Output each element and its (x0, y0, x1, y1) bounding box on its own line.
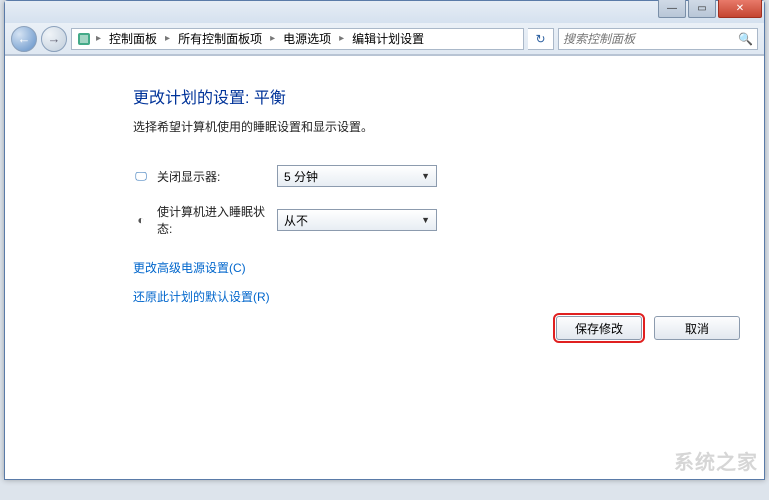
chevron-right-icon: ▸ (94, 33, 103, 44)
breadcrumb[interactable]: ▸ 控制面板 ▸ 所有控制面板项 ▸ 电源选项 ▸ 编辑计划设置 (71, 28, 524, 50)
setting-row-display: 🖵 关闭显示器: 5 分钟 ▼ (133, 165, 764, 187)
chevron-down-icon: ▼ (421, 171, 430, 181)
monitor-icon: 🖵 (133, 168, 149, 184)
links-section: 更改高级电源设置(C) 还原此计划的默认设置(R) (133, 259, 764, 305)
dropdown-value: 从不 (284, 212, 308, 229)
footer-buttons: 保存修改 取消 (556, 316, 740, 340)
page-title: 更改计划的设置: 平衡 (133, 84, 764, 108)
page-description: 选择希望计算机使用的睡眠设置和显示设置。 (133, 118, 764, 135)
display-timeout-dropdown[interactable]: 5 分钟 ▼ (277, 165, 437, 187)
setting-row-sleep: ◐ 使计算机进入睡眠状态: 从不 ▼ (133, 203, 764, 237)
setting-label: 使计算机进入睡眠状态: (157, 203, 277, 237)
control-panel-icon (76, 31, 92, 47)
search-icon: 🔍 (738, 32, 753, 46)
sleep-timeout-dropdown[interactable]: 从不 ▼ (277, 209, 437, 231)
search-box[interactable]: 🔍 (558, 28, 758, 50)
restore-defaults-link[interactable]: 还原此计划的默认设置(R) (133, 288, 764, 305)
chevron-right-icon: ▸ (337, 33, 346, 44)
titlebar: — ▭ ✕ (5, 1, 764, 23)
content-area: 更改计划的设置: 平衡 选择希望计算机使用的睡眠设置和显示设置。 🖵 关闭显示器… (5, 55, 764, 479)
advanced-power-settings-link[interactable]: 更改高级电源设置(C) (133, 259, 764, 276)
watermark: 系统之家 (674, 446, 758, 475)
refresh-button[interactable]: ↻ (528, 28, 554, 50)
cancel-button[interactable]: 取消 (654, 316, 740, 340)
save-button[interactable]: 保存修改 (556, 316, 642, 340)
chevron-down-icon: ▼ (421, 215, 430, 225)
close-button[interactable]: ✕ (718, 0, 762, 18)
moon-icon: ◐ (133, 212, 149, 228)
window-frame: — ▭ ✕ ← → ▸ 控制面板 ▸ 所有控制面板项 ▸ 电源选项 ▸ 编辑计划… (4, 0, 765, 480)
chevron-right-icon: ▸ (268, 33, 277, 44)
maximize-button[interactable]: ▭ (688, 0, 716, 18)
setting-label: 关闭显示器: (157, 168, 277, 185)
breadcrumb-item[interactable]: 电源选项 (279, 30, 335, 47)
window-controls: — ▭ ✕ (658, 0, 762, 18)
forward-button[interactable]: → (41, 26, 67, 52)
breadcrumb-item[interactable]: 所有控制面板项 (174, 30, 266, 47)
breadcrumb-item[interactable]: 控制面板 (105, 30, 161, 47)
breadcrumb-item[interactable]: 编辑计划设置 (348, 30, 428, 47)
dropdown-value: 5 分钟 (284, 168, 318, 185)
minimize-button[interactable]: — (658, 0, 686, 18)
navbar: ← → ▸ 控制面板 ▸ 所有控制面板项 ▸ 电源选项 ▸ 编辑计划设置 ↻ 🔍 (5, 23, 764, 55)
back-button[interactable]: ← (11, 26, 37, 52)
search-input[interactable] (563, 32, 738, 46)
chevron-right-icon: ▸ (163, 33, 172, 44)
